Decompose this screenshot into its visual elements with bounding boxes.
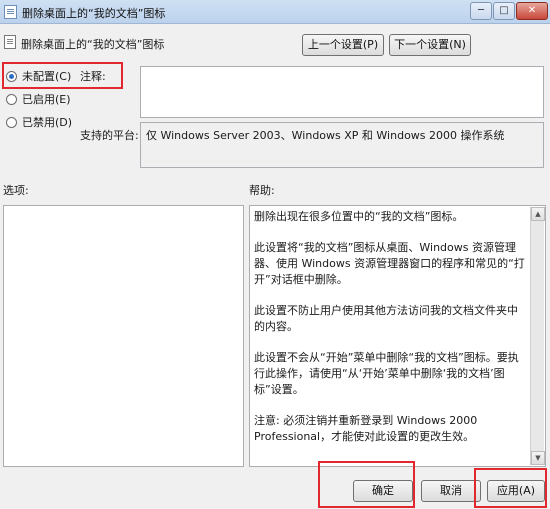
window-title: 删除桌面上的“我的文档”图标 [22,7,166,20]
radio-enabled-label[interactable]: 已启用(E) [22,91,71,107]
next-setting-button[interactable]: 下一个设置(N) [389,34,471,56]
help-label: 帮助: [249,184,275,197]
scroll-up-arrow-icon[interactable]: ▲ [531,207,545,221]
help-paragraph: 注意: 必须注销并重新登录到 Windows 2000 Professional… [254,414,478,443]
radio-disabled[interactable]: 已禁用(D) [6,114,72,130]
help-paragraph: 此设置将“我的文档”图标从桌面、Windows 资源管理器、使用 Windows… [254,241,525,286]
title-bar: 删除桌面上的“我的文档”图标 ─ □ ✕ [0,0,550,24]
scroll-down-arrow-icon[interactable]: ▼ [531,451,545,465]
highlight-box-not-configured [2,62,123,89]
help-pane: 删除出现在很多位置中的“我的文档”图标。 此设置将“我的文档”图标从桌面、Win… [249,205,546,467]
comment-textarea[interactable] [140,66,544,118]
options-pane [3,205,244,467]
highlight-box-apply [474,468,547,508]
supported-platforms-field: 仅 Windows Server 2003、Windows XP 和 Windo… [140,122,544,168]
options-label: 选项: [3,184,29,197]
policy-document-icon [4,5,17,19]
radio-enabled[interactable]: 已启用(E) [6,91,71,107]
cancel-button[interactable]: 取消 [421,480,481,502]
help-paragraph: 删除出现在很多位置中的“我的文档”图标。 [254,210,464,223]
minimize-button[interactable]: ─ [470,2,492,20]
radio-disabled-label[interactable]: 已禁用(D) [22,114,72,130]
radio-unselected-icon[interactable] [6,116,17,128]
highlight-box-ok [318,461,415,508]
help-scrollbar[interactable]: ▲ ▼ [530,207,545,465]
help-paragraph: 此设置不会从“开始”菜单中删除“我的文档”图标。要执行此操作，请使用“从‘开始’… [254,351,519,396]
radio-unselected-icon[interactable] [6,93,17,105]
policy-setting-icon [4,35,16,49]
policy-name: 删除桌面上的“我的文档”图标 [21,38,165,51]
maximize-button[interactable]: □ [493,2,515,20]
help-paragraph: 此设置不防止用户使用其他方法访问我的文档文件夹中的内容。 [254,304,518,333]
close-button[interactable]: ✕ [516,2,548,20]
previous-setting-button[interactable]: 上一个设置(P) [302,34,384,56]
supported-platforms-label: 支持的平台: [80,129,139,142]
